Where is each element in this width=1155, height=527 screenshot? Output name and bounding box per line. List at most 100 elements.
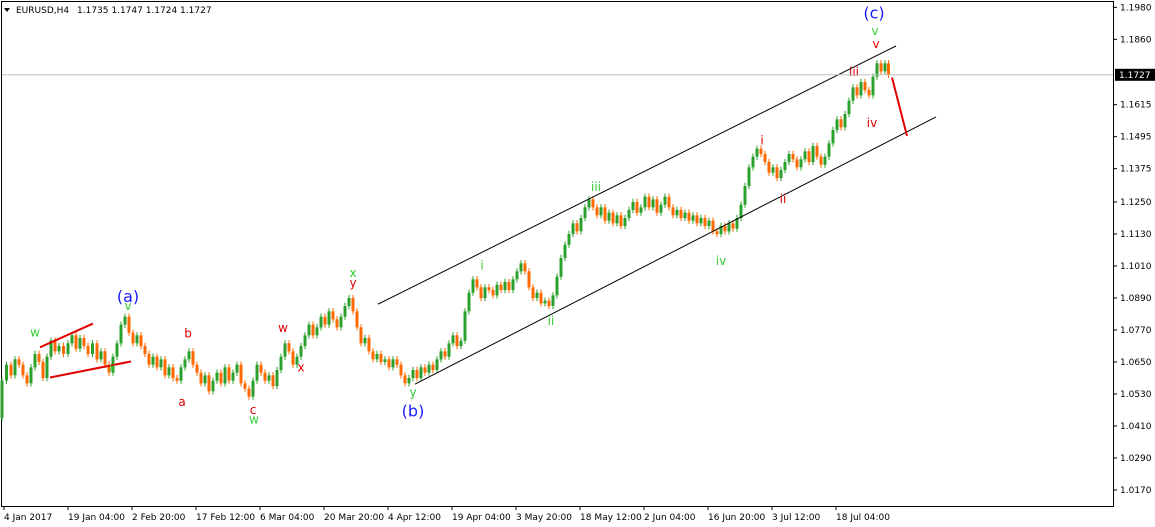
candle-body [375,354,379,360]
x-tick-label: 18 Jul 04:00 [836,513,890,523]
candle-body [595,207,599,216]
candle-body [37,354,41,362]
candle-body [203,375,207,384]
candle-body [227,367,231,381]
candle-body [663,196,667,205]
candle-body [471,279,475,293]
candle-body [603,207,607,221]
candle-body [419,367,423,378]
x-tick-label: 17 Feb 12:00 [196,513,255,523]
wave-label: w [30,326,40,340]
candle-body [503,282,507,290]
y-tick-label: 1.1130 [1120,230,1152,240]
symbol-label: EURUSD,H4 [16,6,69,16]
y-tick-label: 1.0890 [1120,294,1152,304]
candle-body [119,324,123,344]
candle-body [511,279,515,290]
candle-body [53,340,57,352]
wave-label: (c) [863,3,884,22]
wave-label: v [872,37,879,51]
x-tick-label: 20 Mar 20:00 [324,513,384,523]
candle-body [223,367,227,384]
x-tick-label: 3 Jul 12:00 [772,513,821,523]
candle-body [491,290,495,296]
candle-body [495,284,499,296]
candle-body [123,316,127,325]
candle-body [57,346,61,352]
x-tick-label: 2 Feb 20:00 [132,513,186,523]
candle-body [599,207,603,216]
y-tick-label: 1.1860 [1120,35,1152,45]
candle-body [163,359,167,376]
candle-body [407,378,411,384]
candle-body [243,383,247,389]
wave-label: v [124,299,131,313]
candle-body [231,372,235,381]
wave-label: ii [548,314,555,328]
candle-body [723,226,727,232]
candle-body [819,156,823,165]
candle-body [439,351,443,360]
wave-label: x [297,360,304,374]
chart-background [0,0,1155,527]
candle-body [25,375,29,384]
y-tick-label: 1.0770 [1120,326,1152,336]
candle-body [303,335,307,346]
candle-body [667,196,671,208]
candle-body [799,159,803,168]
candle-body [767,162,771,173]
candle-body [183,359,187,368]
candle-body [127,316,131,333]
candle-body [775,167,779,178]
y-tick-label: 1.0410 [1120,422,1152,432]
candle-body [555,276,559,296]
candle-body [815,146,819,157]
candle-body [451,335,455,344]
candle-body [575,223,579,232]
candle-body [803,151,807,160]
wave-label: iii [591,180,601,194]
candle-body [771,167,775,173]
candle-body [371,351,375,360]
candle-body [643,196,647,208]
x-tick-label: 2 Jun 04:00 [644,513,696,523]
candle-body [191,351,195,365]
candle-body [115,343,119,357]
candle-body [275,370,279,386]
wave-label: b [184,326,192,340]
ohlc-readout: 1.1735 1.1747 1.1724 1.1727 [77,6,212,16]
x-tick-label: 16 Jun 20:00 [708,513,765,523]
candle-body [239,364,243,384]
candle-body [33,354,37,368]
wave-label: y [409,386,416,400]
candle-body [82,338,86,346]
candle-body [623,218,627,226]
candle-body [811,146,815,162]
candle-body [211,380,215,392]
candle-body [343,306,347,317]
candle-body [355,311,359,328]
wave-label: w [278,321,288,335]
candle-body [791,154,795,160]
candle-body [78,338,82,349]
price-chart[interactable]: (a)vwxbacwwxxyy(b)iiiiiiiviiiiiiivvv(c) … [0,0,1155,527]
candle-body [807,151,811,162]
candle-body [843,114,847,128]
candle-body [255,364,259,381]
candle-body [867,90,871,96]
candle-body [251,380,255,397]
candle-body [515,271,519,280]
candle-body [687,212,691,221]
candle-body [699,218,703,224]
wave-label: i [760,134,763,148]
candle-body [507,282,511,290]
candle-body [443,351,447,357]
candle-body [411,370,415,378]
candle-body [707,220,711,226]
candle-body [559,258,563,277]
wave-label: y [349,276,356,290]
candle-body [283,343,287,357]
x-tick-label: 6 Mar 04:00 [260,513,315,523]
candle-body [859,82,863,96]
candle-body [91,343,94,354]
